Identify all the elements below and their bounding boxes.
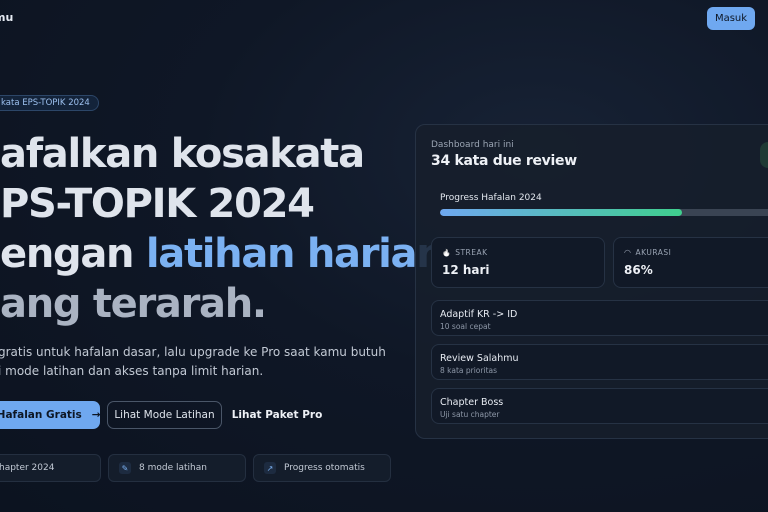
mode-item-title: Review Salahmu [440,353,519,364]
flame-icon: 🔥 [442,248,452,257]
arrow-right-icon: → [91,409,101,421]
feature-chapter: hapter 2024 [0,454,101,482]
hero-description-line-1: gratis untuk hafalan dasar, lalu upgrade… [0,345,386,359]
feature-modes: ✎ 8 mode latihan [108,454,246,482]
hero-description-line-2: i mode latihan dan akses tanpa limit har… [0,364,264,378]
feature-chapter-label: hapter 2024 [0,463,55,473]
progress-track [440,209,768,216]
hero-title-accent: latihan harian [145,231,445,277]
progress-fill [440,209,683,216]
hero-title-line-4: ang terarah. [0,281,267,327]
feature-modes-label: 8 mode latihan [139,463,207,473]
progress-card: Progress Hafalan 2024 68 [431,181,768,226]
start-free-button[interactable]: i Hafalan Gratis → [0,401,101,429]
stat-streak-label: 🔥 STREAK [442,248,488,257]
stat-accuracy-label-text: AKURASI [635,248,672,257]
stat-accuracy: ◠ AKURASI 86% [613,237,768,288]
stat-streak-value: 12 hari [442,263,490,277]
hero-title-dot: . [251,281,267,327]
pencil-icon: ✎ [119,462,131,474]
mode-item-chapter-boss[interactable]: Chapter Boss Uji satu chapter [431,388,768,424]
stat-accuracy-label: ◠ AKURASI [624,248,671,257]
hero-badge: kata EPS-TOPIK 2024 [0,95,99,111]
dashboard-panel: Dashboard hari ini 34 kata due review Pr… [415,124,768,439]
mode-item-subtitle: 8 kata prioritas [440,366,498,375]
mode-item-adaptive[interactable]: Adaptif KR -> ID 10 soal cepat [431,300,768,336]
dashboard-tag [760,142,768,168]
dashboard-subtitle: Dashboard hari ini [431,140,514,150]
view-pro-plans-link[interactable]: Lihat Paket Pro [232,401,323,429]
mode-item-title: Adaptif KR -> ID [440,309,518,320]
hero-title-line-4-main: ang terarah [0,281,253,327]
progress-label: Progress Hafalan 2024 [440,193,542,203]
dashboard-title: 34 kata due review [431,153,577,169]
hero-title-line-3: engan latihan harian [0,231,445,277]
hero-description: gratis untuk hafalan dasar, lalu upgrade… [0,343,386,381]
trend-up-icon: ↗ [264,462,276,474]
start-free-label: i Hafalan Gratis [0,409,82,421]
stat-streak: 🔥 STREAK 12 hari [431,237,605,288]
feature-progress-label: Progress otomatis [284,463,365,473]
mode-item-title: Chapter Boss [440,397,504,408]
gauge-icon: ◠ [624,248,632,257]
login-button[interactable]: Masuk [707,7,755,30]
feature-progress: ↗ Progress otomatis [253,454,391,482]
hero-title-line-3-prefix: engan [0,231,146,277]
brand-logo[interactable]: mu [0,11,13,24]
view-modes-button[interactable]: Lihat Mode Latihan [107,401,222,429]
stat-streak-label-text: STREAK [455,248,488,257]
mode-item-subtitle: Uji satu chapter [440,410,500,419]
mode-item-subtitle: 10 soal cepat [440,322,491,331]
hero-title-line-1: afalkan kosakata [0,131,365,177]
hero-title-line-2: PS-TOPIK 2024 [0,181,315,227]
stat-accuracy-value: 86% [624,263,653,277]
mode-item-review[interactable]: Review Salahmu 8 kata prioritas [431,344,768,380]
